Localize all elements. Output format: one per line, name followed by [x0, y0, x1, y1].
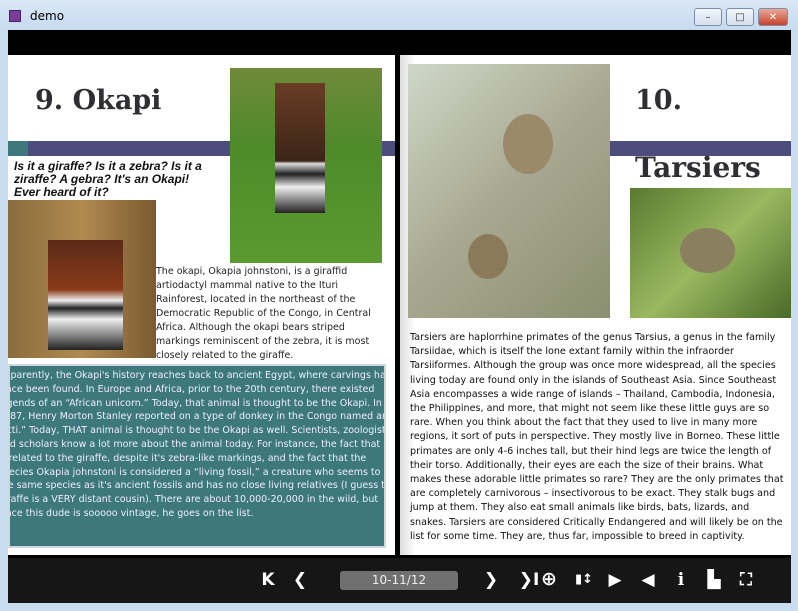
- okapi-question: Is it a giraffe? Is it a zebra? Is it a …: [14, 159, 202, 199]
- viewer-toolbar: K ❮ 10-11/12 ❯ ❯I ⊕ ▮↕ ▶ ◀ i ▙ ⛶: [8, 558, 791, 603]
- text-line: Tarsiiformes. Although the group was onc…: [410, 360, 776, 372]
- okapi-intro: The okapi, Okapia johnstoni, is a giraff…: [156, 266, 371, 361]
- window-title: demo: [30, 9, 65, 23]
- app-icon: [9, 10, 21, 22]
- text-line: regions, it sort of puts in perspective.…: [410, 431, 780, 443]
- tarsier-title: Tarsiers: [635, 151, 761, 184]
- text-line: jump at them. They also eat small animal…: [410, 502, 750, 514]
- text-line: Tarsiers are haplorrhine primates of the…: [410, 332, 776, 343]
- text-line: list for some time. They are, thus far, …: [410, 530, 745, 542]
- previous-page-icon[interactable]: ❮: [289, 570, 311, 590]
- okapi-grass-image: [230, 68, 382, 263]
- print-icon[interactable]: ▙: [703, 570, 725, 590]
- title-bar: demo – □ ✕: [0, 0, 798, 30]
- text-line: primates are only 4-6 inches tall, but t…: [410, 445, 772, 457]
- page-indicator-input[interactable]: 10-11/12: [340, 571, 458, 590]
- text-line: Tarsiidae, which is itself the lone exta…: [410, 346, 734, 358]
- last-page-icon[interactable]: ❯I: [518, 570, 540, 590]
- okapi-fence-image: [8, 200, 156, 358]
- okapi-history: Apparently, the Okapi's history reaches …: [8, 370, 386, 519]
- play-icon[interactable]: ▶: [604, 570, 626, 590]
- text-line: are completely carnivorous – insectivoro…: [410, 488, 776, 500]
- left-page[interactable]: 9. Okapi Is it a giraffe? Is it a zebra?…: [8, 55, 395, 555]
- first-page-icon[interactable]: K: [257, 570, 279, 590]
- next-page-icon[interactable]: ❯: [480, 570, 502, 590]
- tarsier-branch-image: [408, 64, 610, 318]
- tarsier-leaves-image: [630, 188, 791, 318]
- tarsier-number: 10.: [635, 85, 682, 116]
- text-line: Asia encompasses a wide range of islands…: [410, 388, 775, 400]
- info-icon[interactable]: i: [670, 570, 692, 590]
- text-line: their torso. Additionally, their eyes ar…: [410, 459, 764, 471]
- close-button[interactable]: ✕: [758, 8, 788, 26]
- sound-icon[interactable]: ◀: [637, 570, 659, 590]
- maximize-button[interactable]: □: [726, 8, 754, 26]
- okapi-history-box: Apparently, the Okapi's history reaches …: [8, 364, 386, 548]
- fit-page-icon[interactable]: ▮↕: [573, 572, 595, 587]
- text-line: snakes. Tarsiers are considered Critical…: [410, 516, 783, 528]
- okapi-title: 9. Okapi: [35, 85, 162, 116]
- text-line: living today are found only in the islan…: [410, 374, 777, 386]
- minimize-button[interactable]: –: [694, 8, 722, 26]
- right-page[interactable]: 10. Tarsiers Tarsiers are haplorrhine pr…: [400, 55, 791, 555]
- text-line: rare. When you think about the fact that…: [410, 417, 758, 429]
- zoom-in-icon[interactable]: ⊕: [538, 568, 560, 590]
- tarsier-text: Tarsiers are haplorrhine primates of the…: [410, 331, 791, 544]
- text-line: the Philippines, and more, that might no…: [410, 403, 770, 415]
- text-line: makes these adorable little primates so …: [410, 474, 784, 486]
- fullscreen-icon[interactable]: ⛶: [735, 570, 757, 590]
- book-viewer[interactable]: 9. Okapi Is it a giraffe? Is it a zebra?…: [8, 30, 791, 558]
